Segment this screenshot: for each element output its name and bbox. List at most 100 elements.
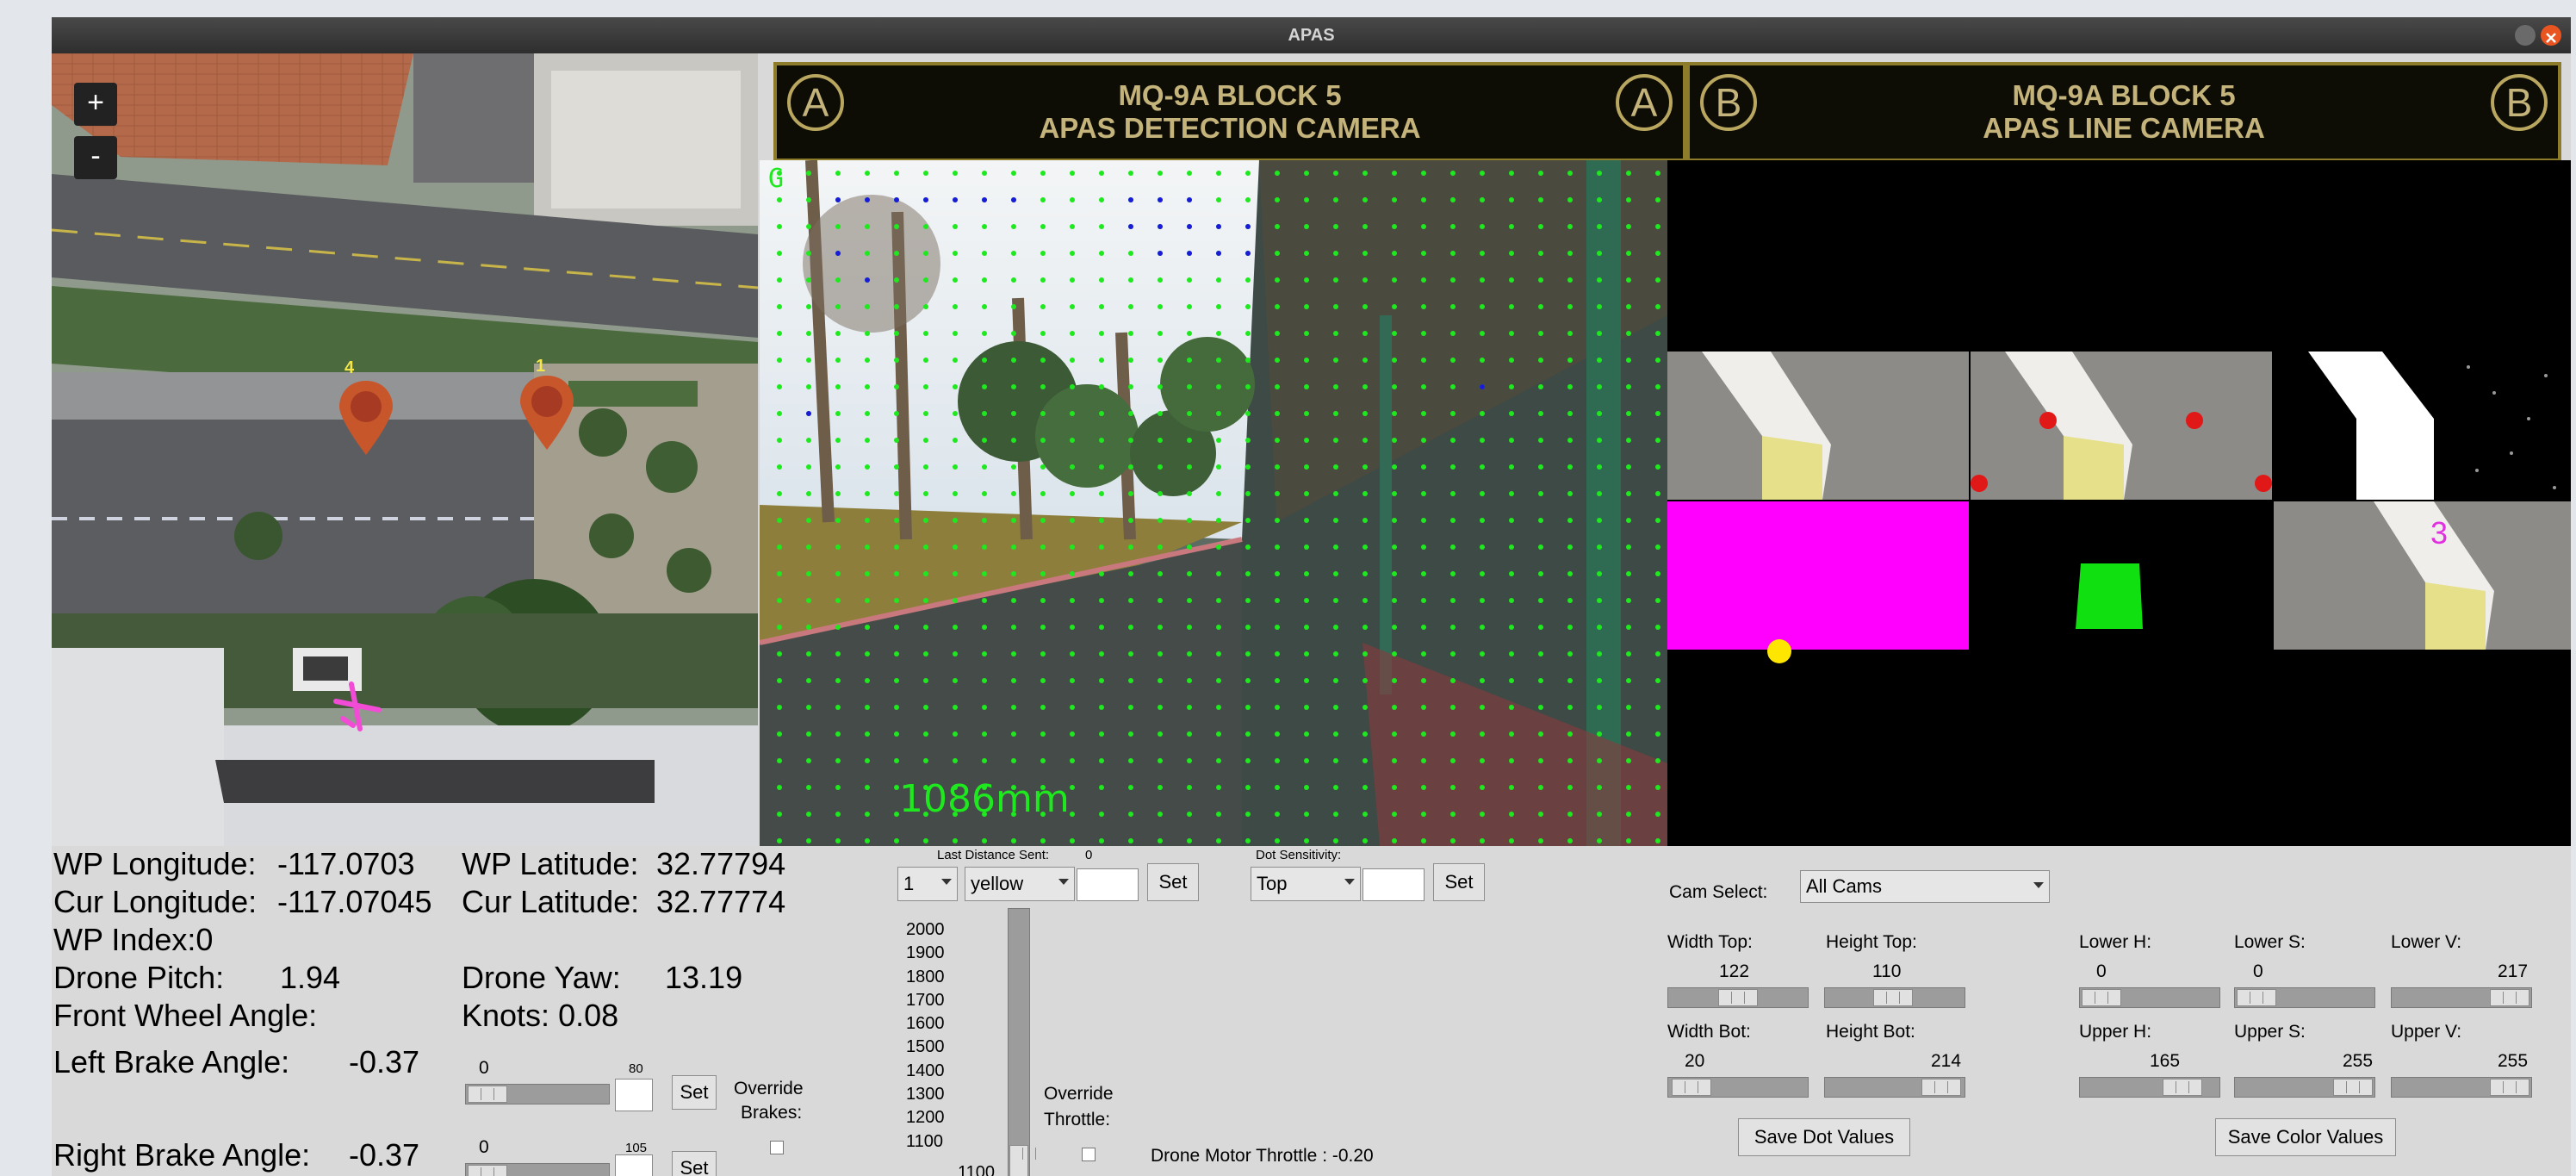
- waypoint-combo[interactable]: 1: [897, 867, 958, 901]
- slider-thumb[interactable]: [2490, 1079, 2529, 1096]
- height-bot-slider[interactable]: [1824, 1077, 1965, 1098]
- close-button[interactable]: [2541, 25, 2561, 46]
- lower-v-label: Lower V:: [2391, 932, 2462, 952]
- throttle-readout: Drone Motor Throttle : -0.20: [1151, 1146, 1374, 1166]
- right-brake-entry[interactable]: [615, 1154, 653, 1176]
- slider-thumb[interactable]: [2333, 1079, 2373, 1096]
- upper-v-label: Upper V:: [2391, 1022, 2462, 1042]
- save-dot-values-button[interactable]: Save Dot Values: [1738, 1118, 1910, 1156]
- camera-b-banner: B MQ-9A BLOCK 5 APAS LINE CAMERA B: [1686, 62, 2561, 162]
- scale-tick: 1100: [906, 1131, 944, 1151]
- upper-s-slider[interactable]: [2234, 1077, 2375, 1098]
- chevron-down-icon: [941, 879, 952, 885]
- upper-s-value: 255: [2343, 1051, 2374, 1071]
- wp-index-label: WP Index:0: [53, 922, 213, 958]
- drone-position-icon: [333, 681, 382, 731]
- left-brake-min: 0: [479, 1058, 489, 1078]
- lower-s-slider[interactable]: [2234, 987, 2375, 1008]
- cam-select-combo[interactable]: All Cams: [1800, 870, 2050, 903]
- yaw-value: 13.19: [665, 960, 743, 995]
- override-brakes-label-2: Brakes:: [741, 1103, 803, 1123]
- color-combo[interactable]: yellow: [965, 867, 1075, 901]
- wp-index-label-text: WP Index:: [53, 922, 196, 957]
- slider-thumb[interactable]: [1718, 989, 1758, 1006]
- cur-longitude-label: Cur Longitude:: [53, 884, 258, 919]
- lower-h-slider[interactable]: [2079, 987, 2220, 1008]
- scale-tick: 1300: [906, 1085, 945, 1104]
- scale-tick: 2000: [906, 920, 945, 939]
- width-bot-label: Width Bot:: [1667, 1022, 1751, 1042]
- knots-value: 0.08: [558, 998, 619, 1033]
- lower-h-label: Lower H:: [2079, 932, 2152, 952]
- throttle-scale-ticks: 2000 1900 1800 1700 1600 1500 1400 1300 …: [906, 918, 945, 1154]
- wp-longitude-value: -117.0703: [277, 846, 415, 881]
- combo-value: yellow: [971, 873, 1024, 894]
- slider-thumb[interactable]: [2490, 989, 2529, 1006]
- slider-thumb[interactable]: [2082, 989, 2121, 1006]
- scale-tick: 1400: [906, 1061, 945, 1080]
- dot-sensitivity-entry[interactable]: [1362, 868, 1425, 901]
- left-brake-max: 80: [629, 1061, 643, 1076]
- combo-value: 1: [903, 873, 915, 894]
- line-tile-green: [1971, 501, 2272, 650]
- slider-thumb[interactable]: [468, 1165, 507, 1176]
- override-brakes-checkbox[interactable]: [770, 1141, 784, 1154]
- left-brake-set-button[interactable]: Set: [672, 1075, 717, 1110]
- camera-b-title-line1: MQ-9A BLOCK 5: [2012, 79, 2236, 111]
- camera-b-badge-right: B: [2491, 74, 2548, 131]
- height-bot-value: 214: [1931, 1051, 1962, 1071]
- slider-thumb[interactable]: [1921, 1079, 1961, 1096]
- right-brake-slider[interactable]: [465, 1163, 610, 1176]
- dot-sensitivity-set-button[interactable]: Set: [1433, 863, 1485, 901]
- dot-sensitivity-label: Dot Sensitivity:: [1256, 848, 1342, 862]
- distance-readout: 1086mm: [899, 777, 1070, 821]
- width-bot-slider[interactable]: [1667, 1077, 1809, 1098]
- slider-thumb[interactable]: [1873, 989, 1913, 1006]
- left-brake-slider[interactable]: [465, 1084, 610, 1104]
- minimize-button[interactable]: [2515, 25, 2536, 46]
- upper-h-slider[interactable]: [2079, 1077, 2220, 1098]
- scale-tick: 1600: [906, 1014, 945, 1034]
- chevron-down-icon: [1058, 879, 1069, 885]
- height-top-slider[interactable]: [1824, 987, 1965, 1008]
- line-camera-mosaic: [1667, 352, 2571, 663]
- slider-thumb[interactable]: [1009, 1145, 1036, 1176]
- width-bot-value: 20: [1685, 1051, 1705, 1071]
- save-color-values-button[interactable]: Save Color Values: [2215, 1118, 2396, 1156]
- height-top-value: 110: [1872, 961, 1902, 981]
- throttle-slider[interactable]: [1008, 908, 1036, 1176]
- camera-b-badge-left: B: [1700, 74, 1757, 131]
- right-brake-set-button[interactable]: Set: [672, 1151, 717, 1176]
- cur-latitude-value: 32.77774: [656, 884, 786, 919]
- override-throttle-label-2: Throttle:: [1044, 1110, 1111, 1129]
- distance-entry[interactable]: [1077, 868, 1139, 901]
- left-brake-entry[interactable]: [615, 1079, 653, 1111]
- dot-sensitivity-combo[interactable]: Top: [1251, 867, 1361, 901]
- lower-v-value: 217: [2498, 961, 2529, 981]
- zoom-out-button[interactable]: -: [74, 136, 117, 179]
- upper-v-slider[interactable]: [2391, 1077, 2532, 1098]
- waypoint-marker-1[interactable]: 1 2: [517, 357, 577, 460]
- lower-h-value: 0: [2096, 961, 2107, 981]
- slider-thumb[interactable]: [468, 1086, 507, 1103]
- slider-thumb[interactable]: [2237, 989, 2276, 1006]
- zoom-in-button[interactable]: +: [74, 83, 117, 126]
- camera-a-badge-right: A: [1616, 74, 1673, 131]
- distance-set-button[interactable]: Set: [1147, 863, 1199, 901]
- slider-thumb[interactable]: [1672, 1079, 1711, 1096]
- upper-v-value: 255: [2498, 1051, 2529, 1071]
- slider-thumb[interactable]: [2163, 1079, 2202, 1096]
- line-tile-labeled: [2274, 501, 2571, 650]
- width-top-value: 122: [1719, 961, 1750, 981]
- wp-latitude-label: WP Latitude:: [462, 846, 639, 881]
- width-top-slider[interactable]: [1667, 987, 1809, 1008]
- lower-v-slider[interactable]: [2391, 987, 2532, 1008]
- scale-tick: 1900: [906, 943, 945, 963]
- override-throttle-checkbox[interactable]: [1082, 1148, 1096, 1161]
- detection-camera-image: [760, 160, 1667, 846]
- yaw-label: Drone Yaw:: [462, 960, 621, 995]
- detection-camera-feed: G 1086mm: [760, 160, 1667, 846]
- map-view[interactable]: + - 4 1 2: [52, 53, 758, 846]
- lower-s-label: Lower S:: [2234, 932, 2306, 952]
- waypoint-marker-4[interactable]: 4: [336, 358, 396, 458]
